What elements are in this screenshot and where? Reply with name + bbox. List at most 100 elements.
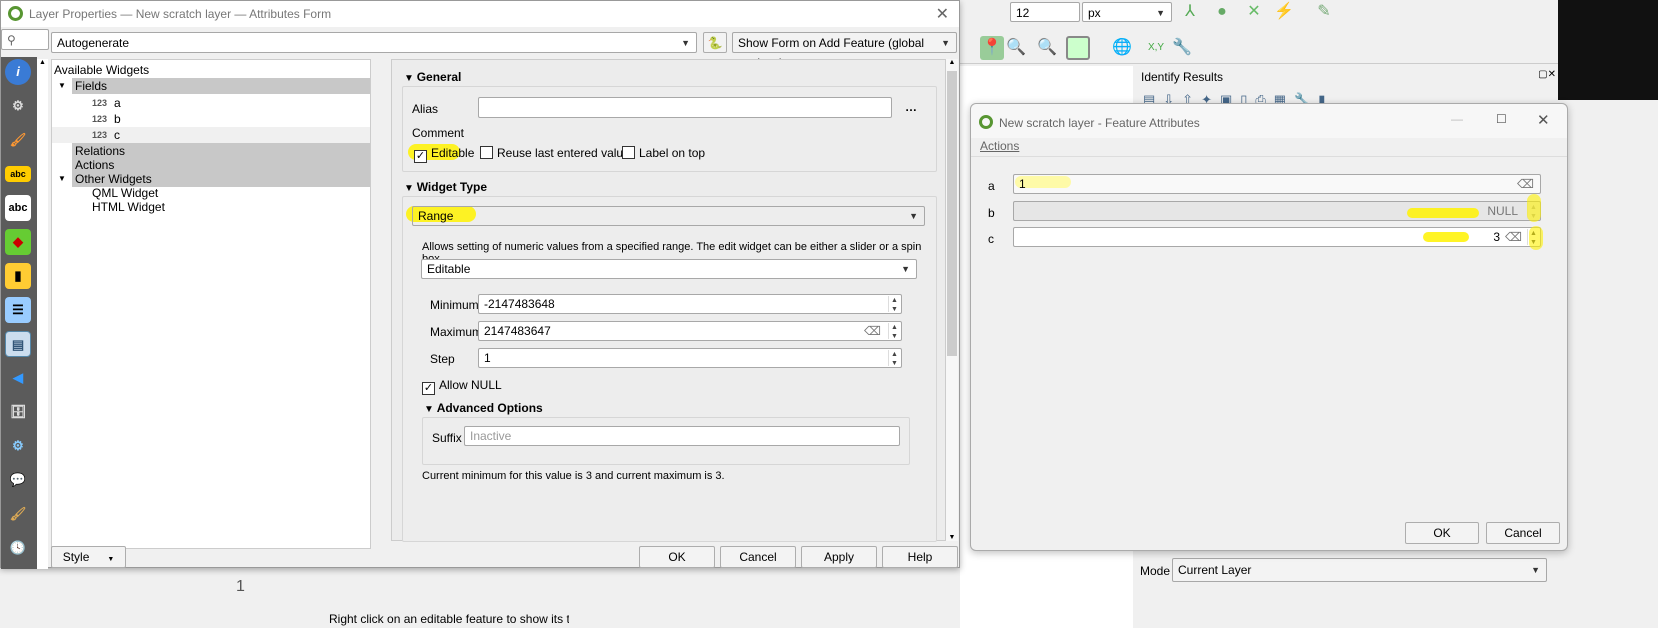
title-bar: Layer Properties — New scratch layer — A… bbox=[1, 1, 959, 27]
mode-combo[interactable]: Current Layer ▼ bbox=[1172, 558, 1547, 582]
search-icon: ⚲ bbox=[7, 33, 16, 47]
symbology-icon[interactable]: 🖌 bbox=[5, 127, 31, 153]
zoom-point-icon[interactable]: 🔍 bbox=[1004, 36, 1028, 60]
widget-type-section-header[interactable]: ▼ Widget Type bbox=[404, 180, 487, 194]
maximize-icon[interactable]: ☐ bbox=[1496, 112, 1507, 126]
vertex-tool-icon[interactable]: ⅄ bbox=[1178, 0, 1202, 24]
spin-arrows-icon[interactable]: ▲▼ bbox=[888, 350, 900, 367]
zoom-multi-icon[interactable]: 🔍 bbox=[1035, 36, 1059, 60]
range-status: Current minimum for this value is 3 and … bbox=[422, 470, 725, 482]
wrench-icon[interactable]: 🔧 bbox=[1170, 36, 1194, 60]
tree-fields-label: Fields bbox=[72, 78, 370, 94]
collapse-arrow-icon: ▼ bbox=[404, 183, 417, 194]
merge-icon[interactable]: ⚡ bbox=[1272, 0, 1296, 24]
apply-button[interactable]: Apply bbox=[801, 546, 877, 568]
alias-input[interactable] bbox=[478, 97, 892, 118]
temporal-icon[interactable]: 🕓 bbox=[5, 535, 31, 561]
editable-checkbox[interactable]: ✓ Editable bbox=[414, 146, 474, 163]
size-input[interactable]: 12 bbox=[1010, 2, 1080, 22]
qgis-logo-icon bbox=[979, 115, 993, 129]
qgis-logo-icon bbox=[8, 6, 23, 21]
tree-field-b[interactable]: 123 b bbox=[52, 111, 370, 127]
alias-expression-button[interactable]: … bbox=[905, 100, 917, 114]
field-c-label: c bbox=[988, 232, 994, 246]
sidebar-scrollbar[interactable]: ▲ bbox=[37, 59, 48, 569]
tree-field-a[interactable]: 123 a bbox=[52, 95, 370, 111]
minimize-icon[interactable]: — bbox=[1451, 112, 1463, 126]
collapse-arrow-icon: ▼ bbox=[424, 404, 437, 415]
collapse-arrow-icon[interactable]: ▼ bbox=[58, 78, 66, 94]
float-close-icons[interactable]: ▢✕ bbox=[1538, 69, 1556, 80]
python-init-button[interactable]: 🐍 bbox=[703, 32, 727, 53]
tree-header: Available Widgets bbox=[54, 63, 150, 77]
attributes-form-icon[interactable]: ▤ bbox=[5, 331, 31, 357]
step-spinbox[interactable]: 1 ▲ ▼ bbox=[478, 348, 902, 368]
layout-combo[interactable]: Autogenerate ▼ bbox=[51, 32, 697, 53]
joins-icon[interactable]: ◀ bbox=[5, 365, 31, 391]
search-input[interactable]: ⚲ bbox=[1, 29, 49, 50]
3d-view-icon[interactable]: ◆ bbox=[5, 229, 31, 255]
highlight bbox=[1423, 232, 1469, 242]
actions-icon[interactable]: ⚙ bbox=[5, 433, 31, 459]
identify-title: Identify Results bbox=[1141, 70, 1224, 84]
close-icon[interactable]: ✕ bbox=[936, 4, 949, 24]
general-section-header[interactable]: ▼ General bbox=[404, 70, 461, 84]
help-button[interactable]: Help bbox=[882, 546, 958, 568]
allow-null-checkbox[interactable]: ✓ Allow NULL bbox=[422, 378, 502, 395]
close-icon[interactable]: ✕ bbox=[1537, 111, 1550, 129]
collapse-arrow-icon[interactable]: ▼ bbox=[58, 171, 66, 187]
suffix-input[interactable]: Inactive bbox=[464, 426, 900, 446]
masks-icon[interactable]: abc bbox=[5, 195, 31, 221]
pin-icon[interactable]: 📍 bbox=[980, 36, 1004, 60]
widget-config-panel: ▼ General Alias … Comment ✓ Editable Reus… bbox=[391, 59, 946, 542]
range-mode-combo[interactable]: Editable ▼ bbox=[421, 259, 917, 279]
split-icon[interactable]: ✕ bbox=[1242, 0, 1266, 24]
storage-icon[interactable]: 🗄 bbox=[5, 399, 31, 425]
cancel-button[interactable]: Cancel bbox=[1486, 522, 1560, 544]
tree-field-c[interactable]: 123 c bbox=[52, 127, 370, 143]
coordinate-icon[interactable]: X,Y bbox=[1144, 36, 1168, 60]
highlight bbox=[1407, 208, 1479, 218]
digitize-icon[interactable]: ✎ bbox=[1312, 0, 1336, 24]
tree-fields[interactable]: ▼ Fields bbox=[52, 78, 370, 94]
information-icon[interactable]: i bbox=[5, 59, 31, 85]
style-button[interactable]: Style ▼ bbox=[51, 546, 126, 568]
spin-arrows-icon[interactable]: ▲▼ bbox=[888, 296, 900, 313]
ok-button[interactable]: OK bbox=[1405, 522, 1479, 544]
tree-html-widget[interactable]: HTML Widget bbox=[92, 199, 370, 215]
clear-icon[interactable]: ⌫ bbox=[864, 322, 881, 340]
minimum-spinbox[interactable]: -2147483648 ▲ ▼ bbox=[478, 294, 902, 314]
scrollbar-thumb[interactable] bbox=[947, 71, 957, 356]
clear-icon[interactable]: ⌫ bbox=[1517, 175, 1534, 193]
checkmark-icon: ✓ bbox=[422, 382, 435, 395]
select-extent-icon[interactable] bbox=[1066, 36, 1090, 60]
globe-icon[interactable]: 🌐 bbox=[1110, 36, 1134, 60]
form-mode-combo[interactable]: Show Form on Add Feature (global setting… bbox=[732, 32, 957, 70]
source-icon[interactable]: ⚙ bbox=[5, 93, 31, 119]
rendering-icon[interactable]: 🖌 bbox=[5, 501, 31, 527]
config-scrollbar[interactable]: ▲ ▼ bbox=[946, 59, 958, 541]
clear-icon[interactable]: ⌫ bbox=[1505, 228, 1522, 246]
label-on-top-checkbox[interactable]: Label on top bbox=[622, 146, 705, 160]
reshape-icon[interactable]: ● bbox=[1210, 0, 1234, 24]
integer-type-icon: 123 bbox=[92, 130, 108, 140]
labels-icon[interactable]: abc bbox=[5, 166, 31, 182]
field-a-input[interactable]: 1 ⌫ bbox=[1013, 174, 1541, 194]
widget-type-combo[interactable]: Range ▼ bbox=[412, 206, 925, 226]
advanced-options-header[interactable]: ▼ Advanced Options bbox=[424, 401, 543, 415]
widget-type-value: Range bbox=[418, 209, 454, 223]
reuse-checkbox[interactable]: Reuse last entered value bbox=[480, 146, 630, 160]
ok-button[interactable]: OK bbox=[639, 546, 715, 568]
fields-icon[interactable]: ☰ bbox=[5, 297, 31, 323]
scroll-up-icon[interactable]: ▲ bbox=[946, 59, 958, 66]
widget-tree[interactable]: Available Widgets ▼ Fields 123 a 123 b 123 c… bbox=[51, 59, 371, 549]
maximum-spinbox[interactable]: 2147483647 ⌫ ▲ ▼ bbox=[478, 321, 902, 341]
display-icon[interactable]: 💬 bbox=[5, 467, 31, 493]
spin-arrows-icon[interactable]: ▲▼ bbox=[888, 323, 900, 340]
scroll-down-icon[interactable]: ▼ bbox=[946, 534, 958, 541]
actions-menu[interactable]: Actions bbox=[980, 139, 1019, 153]
map-black-edge bbox=[1558, 0, 1658, 100]
cancel-button[interactable]: Cancel bbox=[720, 546, 796, 568]
unit-combo[interactable]: px ▼ bbox=[1082, 2, 1172, 22]
diagrams-icon[interactable]: ▮ bbox=[5, 263, 31, 289]
